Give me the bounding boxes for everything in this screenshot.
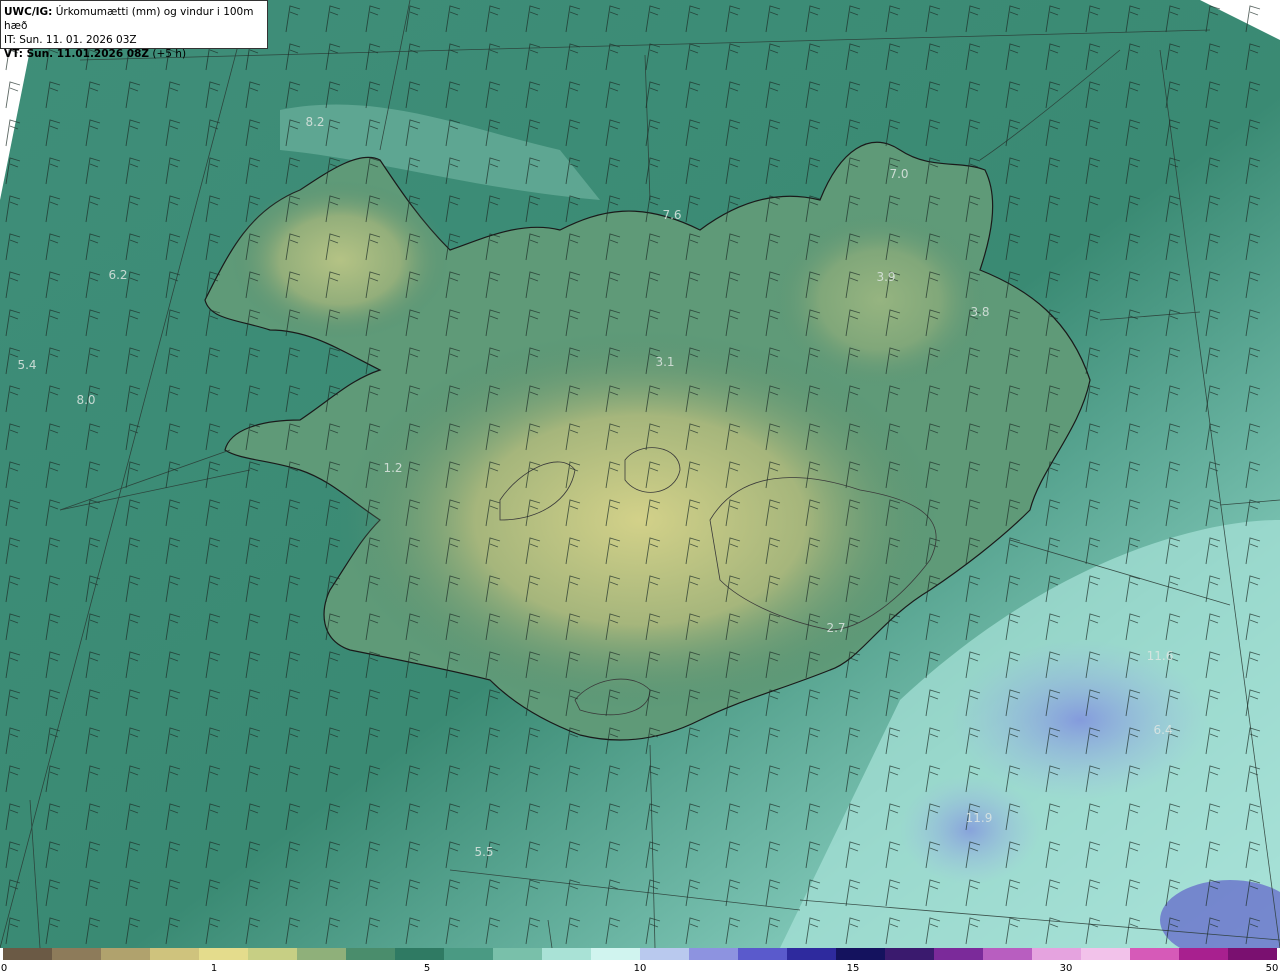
colorbar-segment xyxy=(934,948,983,960)
colorbar-segment xyxy=(493,948,542,960)
colorbar-tick-label: 15 xyxy=(846,963,860,974)
map-value-label: 11.6 xyxy=(1146,649,1174,663)
valid-time-line: VT: Sun. 11.01.2026 08Z (+5 h) xyxy=(4,47,263,61)
map-header: UWC/IG: Úrkomumætti (mm) og vindur i 100… xyxy=(0,0,268,60)
colorbar-segment xyxy=(836,948,885,960)
colorbar-segment xyxy=(3,948,52,960)
colorbar-segment xyxy=(591,948,640,960)
colorbar-segment xyxy=(1228,948,1277,960)
title-line: UWC/IG: Úrkomumætti (mm) og vindur i 100… xyxy=(4,5,263,33)
map-value-label: 8.2 xyxy=(305,115,325,129)
valid-offset: (+5 h) xyxy=(152,48,187,60)
init-time: IT: Sun. 11. 01. 2026 03Z xyxy=(4,34,137,46)
colorbar-strip xyxy=(3,948,1277,960)
colorbar-segment xyxy=(1081,948,1130,960)
product-name: UWC/IG: xyxy=(4,6,53,18)
colorbar-segment xyxy=(395,948,444,960)
colorbar-tick-label: 30 xyxy=(1059,963,1073,974)
map-value-label: 7.0 xyxy=(889,167,909,181)
colorbar-segment xyxy=(983,948,1032,960)
colorbar-segment xyxy=(199,948,248,960)
colorbar-segment xyxy=(248,948,297,960)
map-value-label: 5.5 xyxy=(474,845,494,859)
colorbar-segment xyxy=(787,948,836,960)
map-value-label: 11.9 xyxy=(965,811,993,825)
colorbar-segment xyxy=(297,948,346,960)
map-value-label: 5.4 xyxy=(17,358,37,372)
colorbar-segment xyxy=(150,948,199,960)
map-value-label: 7.6 xyxy=(662,208,682,222)
map-value-label: 6.4 xyxy=(1153,723,1173,737)
colorbar-segment xyxy=(1032,948,1081,960)
colorbar-segment xyxy=(1130,948,1179,960)
colorbar-segment xyxy=(444,948,493,960)
map-value-label: 3.8 xyxy=(970,305,990,319)
colorbar-segment xyxy=(689,948,738,960)
colorbar-segment xyxy=(885,948,934,960)
colorbar-tick-label: 10 xyxy=(633,963,647,974)
colorbar-tick-label: 1 xyxy=(210,963,218,974)
colorbar-tick-label: 0 xyxy=(0,963,8,974)
map-value-label: 1.2 xyxy=(383,461,403,475)
colorbar-segment xyxy=(640,948,689,960)
colorbar-segment xyxy=(542,948,591,960)
colorbar: 0 1 5 10 15 30 50 xyxy=(0,948,1280,978)
colorbar-segment xyxy=(101,948,150,960)
precipitation-map xyxy=(0,0,1280,948)
colorbar-tick-label: 5 xyxy=(423,963,431,974)
valid-time: VT: Sun. 11.01.2026 08Z xyxy=(4,48,150,60)
colorbar-segment xyxy=(52,948,101,960)
colorbar-segment xyxy=(738,948,787,960)
map-value-label: 2.7 xyxy=(826,621,846,635)
map-value-label: 6.2 xyxy=(108,268,128,282)
map-value-label: 8.0 xyxy=(76,393,96,407)
colorbar-segment xyxy=(346,948,395,960)
colorbar-tick-label: 50 xyxy=(1265,963,1279,974)
colorbar-segment xyxy=(1179,948,1228,960)
map-value-label: 3.1 xyxy=(655,355,675,369)
map-value-label: 3.9 xyxy=(876,270,896,284)
